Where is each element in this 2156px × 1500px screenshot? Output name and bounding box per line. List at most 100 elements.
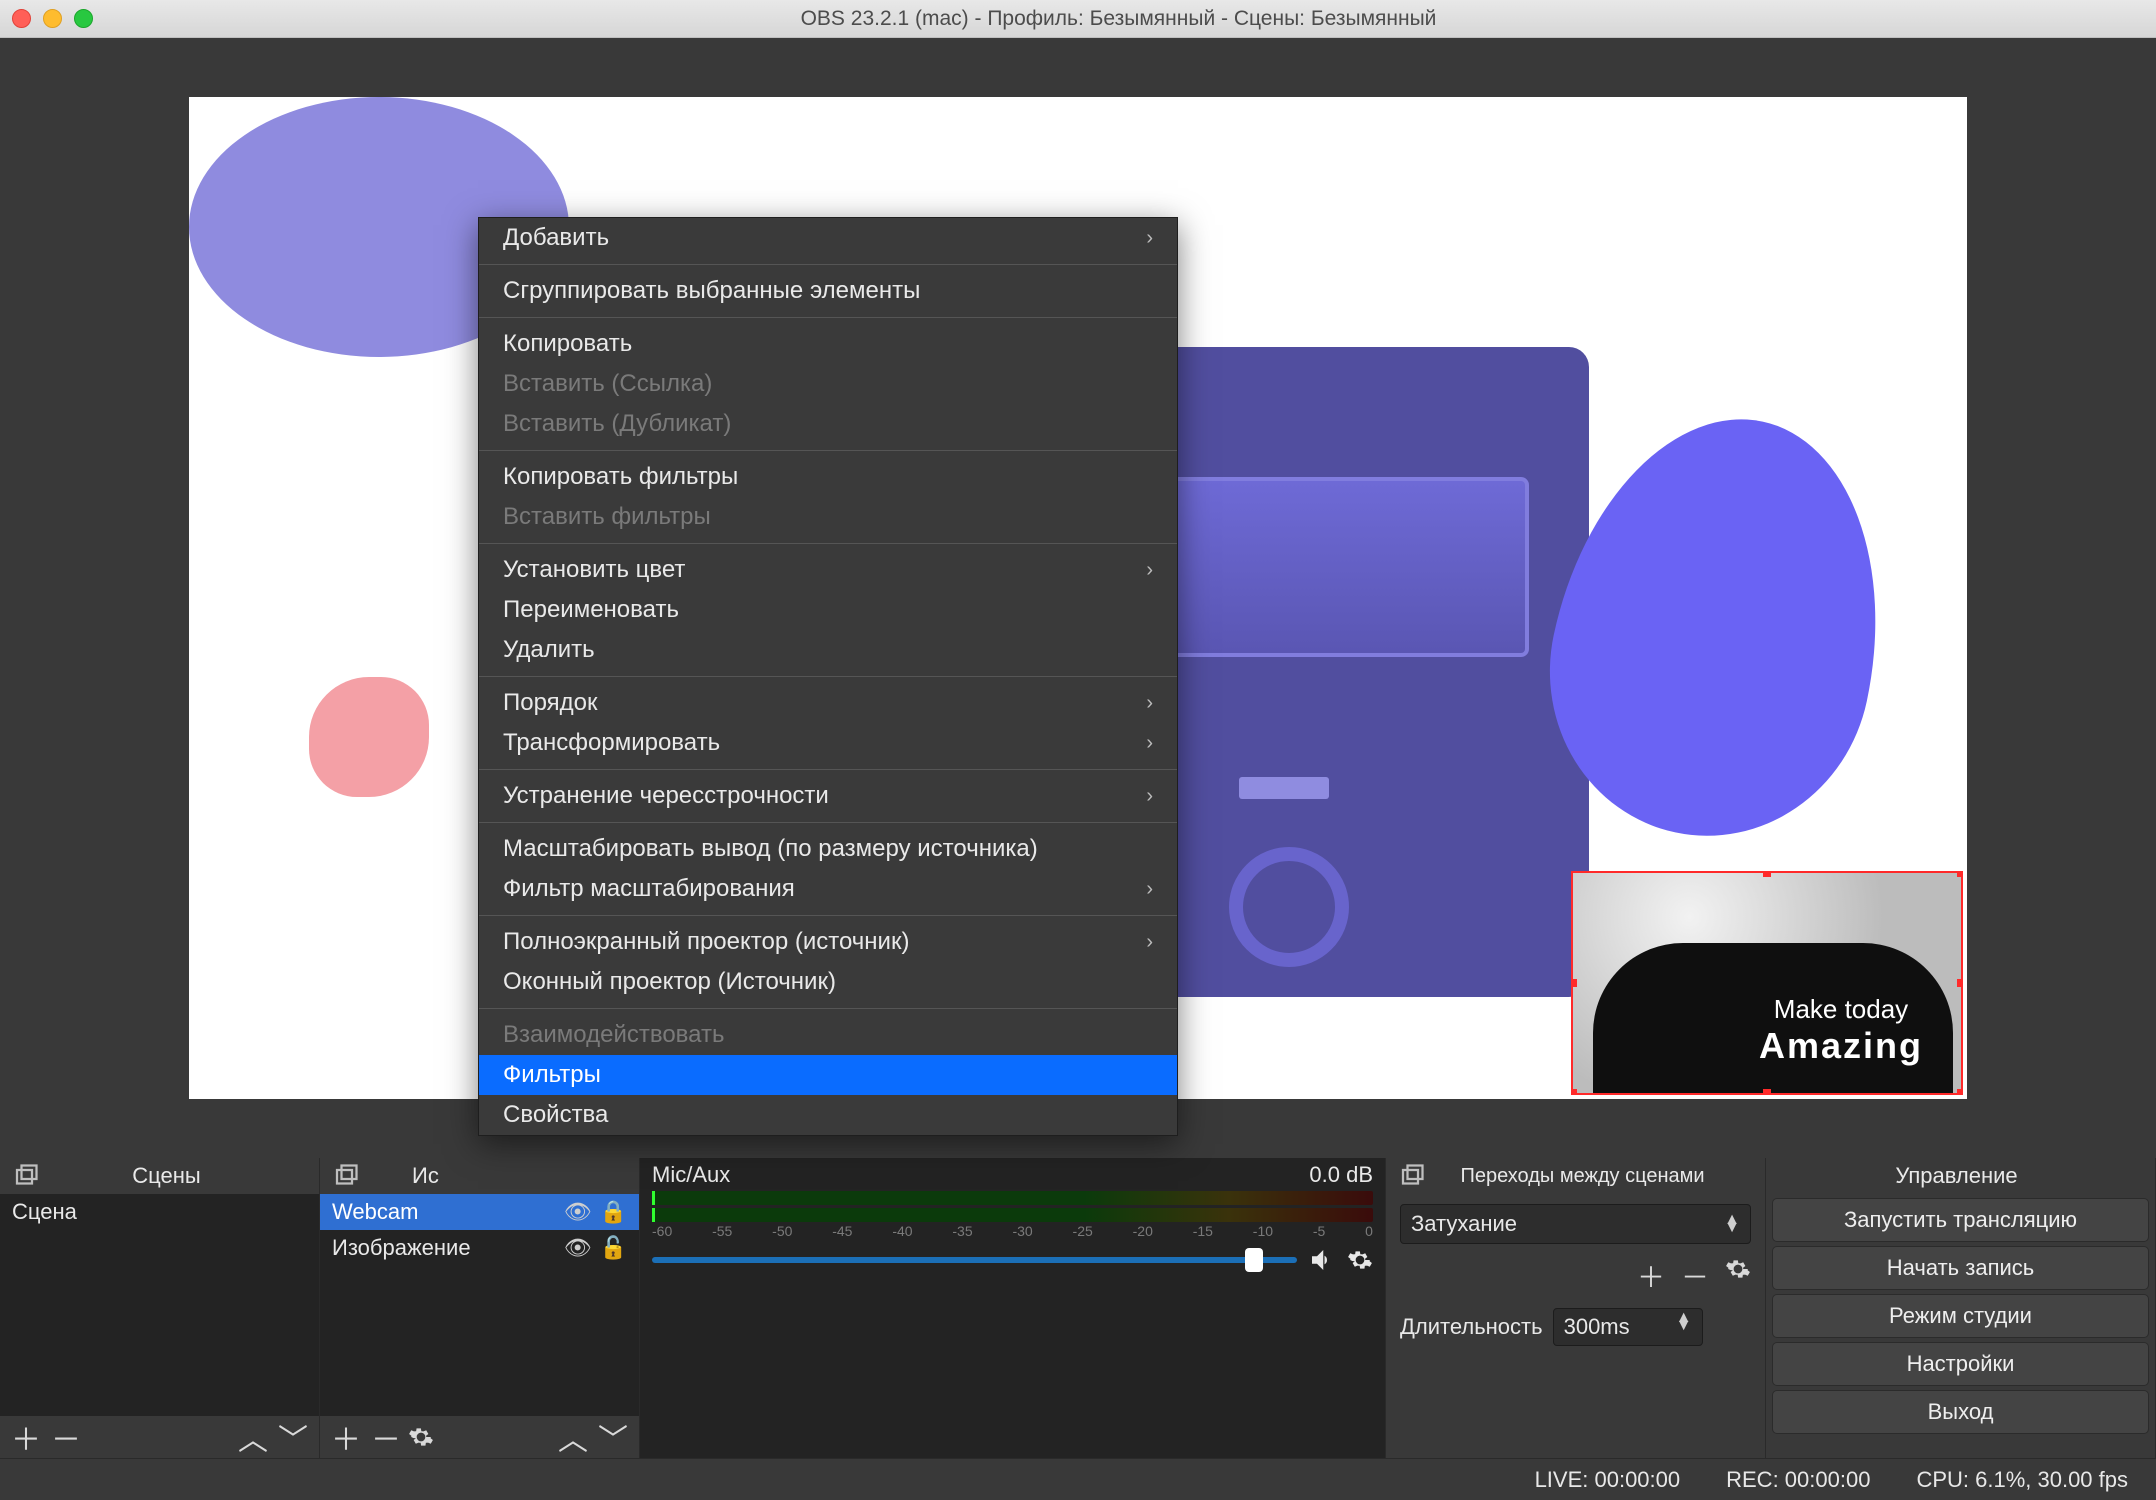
menu-item-scale-filter[interactable]: Фильтр масштабирования› bbox=[479, 869, 1177, 909]
resize-handle[interactable] bbox=[1957, 979, 1963, 987]
studio-mode-button[interactable]: Режим студии bbox=[1772, 1294, 2149, 1338]
menu-separator bbox=[479, 543, 1177, 544]
menu-item-group[interactable]: Сгруппировать выбранные элементы bbox=[479, 271, 1177, 311]
sources-toolbar: ＋ － ︿ ﹀ bbox=[320, 1416, 639, 1458]
menu-label: Вставить фильтры bbox=[503, 503, 711, 531]
zoom-icon[interactable] bbox=[74, 9, 93, 28]
menu-item-add[interactable]: Добавить› bbox=[479, 218, 1177, 258]
start-record-button[interactable]: Начать запись bbox=[1772, 1246, 2149, 1290]
settings-button[interactable]: Настройки bbox=[1772, 1342, 2149, 1386]
illustration-blob bbox=[309, 677, 429, 797]
resize-handle[interactable] bbox=[1571, 1089, 1577, 1095]
mixer-body: Mic/Aux 0.0 dB -60-55-50-45-40-35-30-25-… bbox=[640, 1158, 1385, 1458]
app-body: Make today Amazing Добавить› Сгруппирова… bbox=[0, 38, 2156, 1500]
volume-slider[interactable] bbox=[652, 1257, 1297, 1263]
close-icon[interactable] bbox=[12, 9, 31, 28]
updown-icon[interactable]: ▲▼ bbox=[1724, 1216, 1740, 1232]
move-up-icon[interactable]: ︿ bbox=[555, 1415, 591, 1459]
menu-label: Добавить bbox=[503, 224, 609, 252]
eye-icon[interactable]: 👁 bbox=[564, 1199, 592, 1225]
resize-handle[interactable] bbox=[1571, 979, 1577, 987]
duration-input[interactable]: 300ms ▲▼ bbox=[1553, 1308, 1703, 1346]
menu-item-order[interactable]: Порядок› bbox=[479, 683, 1177, 723]
eye-icon[interactable]: 👁 bbox=[564, 1235, 592, 1261]
menu-item-copy[interactable]: Копировать bbox=[479, 324, 1177, 364]
gear-icon[interactable] bbox=[1347, 1247, 1373, 1273]
start-stream-button[interactable]: Запустить трансляцию bbox=[1772, 1198, 2149, 1242]
move-down-icon[interactable]: ﹀ bbox=[275, 1415, 311, 1459]
move-up-icon[interactable]: ︿ bbox=[235, 1415, 271, 1459]
menu-item-fullscreen-projector[interactable]: Полноэкранный проектор (источник)› bbox=[479, 922, 1177, 962]
source-item[interactable]: Изображение 👁 🔓 bbox=[320, 1230, 639, 1266]
mixer-dock: Mic/Aux 0.0 dB -60-55-50-45-40-35-30-25-… bbox=[640, 1158, 1386, 1458]
transition-select[interactable]: Затухание ▲▼ bbox=[1400, 1204, 1751, 1244]
gear-icon[interactable] bbox=[408, 1424, 444, 1450]
sources-dock: Ис Webcam 👁 🔒 Изображение 👁 🔓 bbox=[320, 1158, 640, 1458]
menu-label: Фильтры bbox=[503, 1061, 601, 1089]
menu-item-properties[interactable]: Свойства bbox=[479, 1095, 1177, 1135]
illustration-circle bbox=[1229, 847, 1349, 967]
gear-icon[interactable] bbox=[1725, 1256, 1751, 1296]
lock-icon[interactable]: 🔓 bbox=[600, 1235, 627, 1261]
webcam-source[interactable]: Make today Amazing bbox=[1571, 871, 1963, 1095]
webcam-person: Make today Amazing bbox=[1593, 943, 1953, 1093]
vu-meter bbox=[652, 1208, 1373, 1222]
minimize-icon[interactable] bbox=[43, 9, 62, 28]
add-icon[interactable]: ＋ bbox=[8, 1415, 44, 1459]
resize-handle[interactable] bbox=[1957, 871, 1963, 877]
menu-item-paste-ref: Вставить (Ссылка) bbox=[479, 364, 1177, 404]
menu-item-copy-filters[interactable]: Копировать фильтры bbox=[479, 457, 1177, 497]
resize-handle[interactable] bbox=[1763, 871, 1771, 877]
dock-title: Управление bbox=[1758, 1163, 2155, 1189]
sources-list[interactable]: Webcam 👁 🔒 Изображение 👁 🔓 bbox=[320, 1194, 639, 1416]
add-icon[interactable]: ＋ bbox=[328, 1415, 364, 1459]
duration-value: 300ms bbox=[1564, 1314, 1630, 1340]
speaker-icon[interactable] bbox=[1307, 1245, 1337, 1275]
channel-name: Mic/Aux bbox=[652, 1162, 730, 1188]
source-label: Webcam bbox=[332, 1199, 418, 1225]
titlebar: OBS 23.2.1 (mac) - Профиль: Безымянный -… bbox=[0, 0, 2156, 38]
exit-button[interactable]: Выход bbox=[1772, 1390, 2149, 1434]
menu-item-paste-filters: Вставить фильтры bbox=[479, 497, 1177, 537]
scenes-list[interactable]: Сцена bbox=[0, 1194, 319, 1416]
scenes-toolbar: ＋ － ︿ ﹀ bbox=[0, 1416, 319, 1458]
dock-title: Ис bbox=[372, 1163, 639, 1189]
popout-icon[interactable] bbox=[1400, 1164, 1424, 1188]
menu-label: Фильтр масштабирования bbox=[503, 875, 795, 903]
popout-icon[interactable] bbox=[334, 1164, 358, 1188]
transitions-body: Затухание ▲▼ ＋ － Длительность 300ms ▲▼ bbox=[1386, 1194, 1765, 1356]
menu-item-set-color[interactable]: Установить цвет› bbox=[479, 550, 1177, 590]
lock-icon[interactable]: 🔒 bbox=[600, 1199, 627, 1225]
status-bar: LIVE: 00:00:00 REC: 00:00:00 CPU: 6.1%, … bbox=[0, 1458, 2156, 1500]
remove-icon[interactable]: － bbox=[368, 1415, 404, 1459]
menu-item-delete[interactable]: Удалить bbox=[479, 630, 1177, 670]
source-item[interactable]: Webcam 👁 🔒 bbox=[320, 1194, 639, 1230]
preview-area: Make today Amazing Добавить› Сгруппирова… bbox=[0, 38, 2156, 1158]
slider-thumb[interactable] bbox=[1245, 1248, 1263, 1272]
menu-separator bbox=[479, 915, 1177, 916]
controls-body: Запустить трансляцию Начать запись Режим… bbox=[1766, 1194, 2155, 1438]
updown-icon[interactable]: ▲▼ bbox=[1676, 1314, 1692, 1340]
menu-separator bbox=[479, 822, 1177, 823]
move-down-icon[interactable]: ﹀ bbox=[595, 1415, 631, 1459]
menu-item-scale-output[interactable]: Масштабировать вывод (по размеру источни… bbox=[479, 829, 1177, 869]
popout-icon[interactable] bbox=[14, 1164, 38, 1188]
scene-item[interactable]: Сцена bbox=[0, 1194, 319, 1230]
add-icon[interactable]: ＋ bbox=[1637, 1256, 1665, 1296]
transitions-dock: Переходы между сценами Затухание ▲▼ ＋ － … bbox=[1386, 1158, 1766, 1458]
menu-label: Вставить (Дубликат) bbox=[503, 410, 731, 438]
source-label: Изображение bbox=[332, 1235, 471, 1261]
menu-item-window-projector[interactable]: Оконный проектор (Источник) bbox=[479, 962, 1177, 1002]
remove-icon[interactable]: － bbox=[1681, 1256, 1709, 1296]
menu-item-rename[interactable]: Переименовать bbox=[479, 590, 1177, 630]
menu-item-filters[interactable]: Фильтры bbox=[479, 1055, 1177, 1095]
menu-label: Взаимодействовать bbox=[503, 1021, 724, 1049]
remove-icon[interactable]: － bbox=[48, 1415, 84, 1459]
menu-item-transform[interactable]: Трансформировать› bbox=[479, 723, 1177, 763]
menu-label: Свойства bbox=[503, 1101, 608, 1129]
menu-item-deinterlace[interactable]: Устранение чересстрочности› bbox=[479, 776, 1177, 816]
webcam-image: Make today Amazing bbox=[1573, 873, 1961, 1093]
dock-title: Сцены bbox=[52, 1163, 319, 1189]
chevron-right-icon: › bbox=[1146, 692, 1153, 715]
resize-handle[interactable] bbox=[1763, 1089, 1771, 1095]
